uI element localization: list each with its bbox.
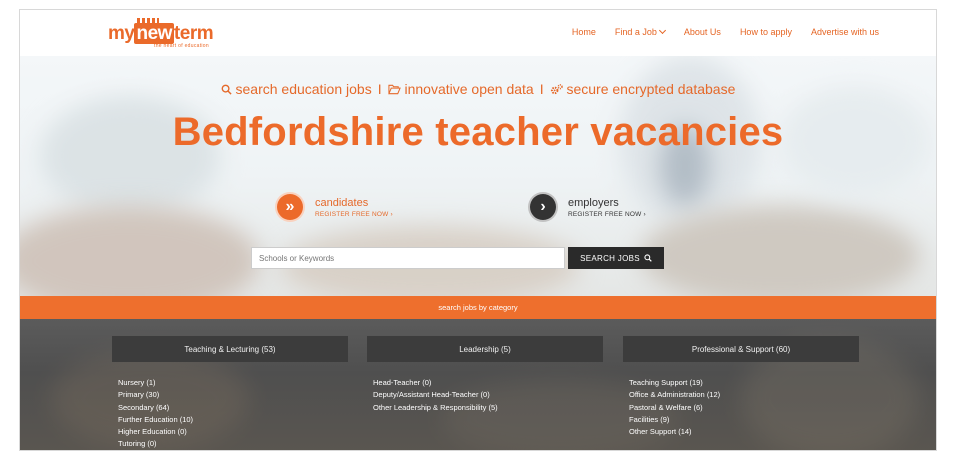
category-link[interactable]: Other Support (14)	[629, 426, 859, 438]
chevron-down-icon	[658, 26, 666, 35]
candidates-register-link[interactable]: » candidates REGISTER FREE NOW ›	[275, 192, 393, 222]
nav-how-to-apply[interactable]: How to apply	[740, 27, 792, 37]
employers-title: employers	[568, 196, 619, 209]
category-heading[interactable]: Teaching & Lecturing (53)	[112, 336, 348, 362]
nav-home[interactable]: Home	[572, 27, 596, 37]
category-link[interactable]: Facilities (9)	[629, 414, 859, 426]
page-title: Bedfordshire teacher vacancies	[172, 110, 784, 154]
search-jobs-label: SEARCH JOBS	[580, 253, 640, 263]
candidates-title: candidates	[315, 196, 369, 209]
chevron-right-icon: ›	[528, 192, 558, 222]
nav-find-a-job[interactable]: Find a Job	[615, 26, 666, 37]
tagline-item-search: search education jobs	[235, 81, 372, 97]
tagline-item-database: secure encrypted database	[566, 81, 736, 97]
tagline-item-data: innovative open data	[404, 81, 534, 97]
logo-term: term	[173, 23, 214, 44]
employers-register: REGISTER FREE NOW ›	[568, 210, 646, 218]
tagline-separator: I	[377, 81, 382, 97]
search-icon	[221, 84, 232, 95]
category-link[interactable]: Nursery (1)	[118, 377, 348, 389]
category-link[interactable]: Other Leadership & Responsibility (5)	[373, 402, 603, 414]
hero-section: search education jobs I innovative open d…	[20, 56, 936, 296]
employers-register-link[interactable]: › employers REGISTER FREE NOW ›	[528, 192, 646, 222]
search-jobs-button[interactable]: SEARCH JOBS	[568, 247, 664, 269]
category-heading[interactable]: Leadership (5)	[367, 336, 603, 362]
category-column-professional: Professional & Support (60) Teaching Sup…	[623, 336, 859, 438]
search-icon	[644, 254, 652, 262]
logo-my: my	[108, 23, 135, 44]
logo-new: new	[134, 23, 174, 44]
category-link[interactable]: Primary (30)	[118, 389, 348, 401]
category-heading[interactable]: Professional & Support (60)	[623, 336, 859, 362]
nav-about-us[interactable]: About Us	[684, 27, 721, 37]
site-header: my new term the heart of education Home Fi…	[20, 10, 936, 56]
category-link[interactable]: Head-Teacher (0)	[373, 377, 603, 389]
hero-tagline: search education jobs I innovative open d…	[20, 81, 936, 97]
category-section: Teaching & Lecturing (53) Nursery (1) Pr…	[20, 319, 936, 450]
folder-open-icon	[387, 84, 401, 95]
category-column-leadership: Leadership (5) Head-Teacher (0) Deputy/A…	[367, 336, 603, 414]
double-chevron-right-icon: »	[275, 192, 305, 222]
category-link[interactable]: Office & Administration (12)	[629, 389, 859, 401]
category-link[interactable]: Higher Education (0)	[118, 426, 348, 438]
logo-tagline: the heart of education	[154, 43, 209, 49]
category-list: Nursery (1) Primary (30) Secondary (64) …	[112, 377, 348, 450]
category-band: search jobs by category	[20, 296, 936, 319]
category-link[interactable]: Secondary (64)	[118, 402, 348, 414]
nav-advertise[interactable]: Advertise with us	[811, 27, 879, 37]
candidates-register: REGISTER FREE NOW ›	[315, 210, 393, 218]
category-link[interactable]: Pastoral & Welfare (6)	[629, 402, 859, 414]
main-nav: Home Find a Job About Us How to apply Ad…	[572, 26, 879, 37]
category-list: Teaching Support (19) Office & Administr…	[623, 377, 859, 438]
search-input[interactable]	[251, 247, 565, 269]
category-link[interactable]: Tutoring (0)	[118, 438, 348, 450]
category-link[interactable]: Teaching Support (19)	[629, 377, 859, 389]
category-list: Head-Teacher (0) Deputy/Assistant Head-T…	[367, 377, 603, 414]
tagline-separator: I	[539, 81, 544, 97]
gears-icon	[550, 84, 563, 95]
job-search-form: SEARCH JOBS	[251, 247, 664, 269]
category-column-teaching: Teaching & Lecturing (53) Nursery (1) Pr…	[112, 336, 348, 450]
category-link[interactable]: Further Education (10)	[118, 414, 348, 426]
browser-page: my new term the heart of education Home Fi…	[19, 9, 937, 451]
category-link[interactable]: Deputy/Assistant Head-Teacher (0)	[373, 389, 603, 401]
